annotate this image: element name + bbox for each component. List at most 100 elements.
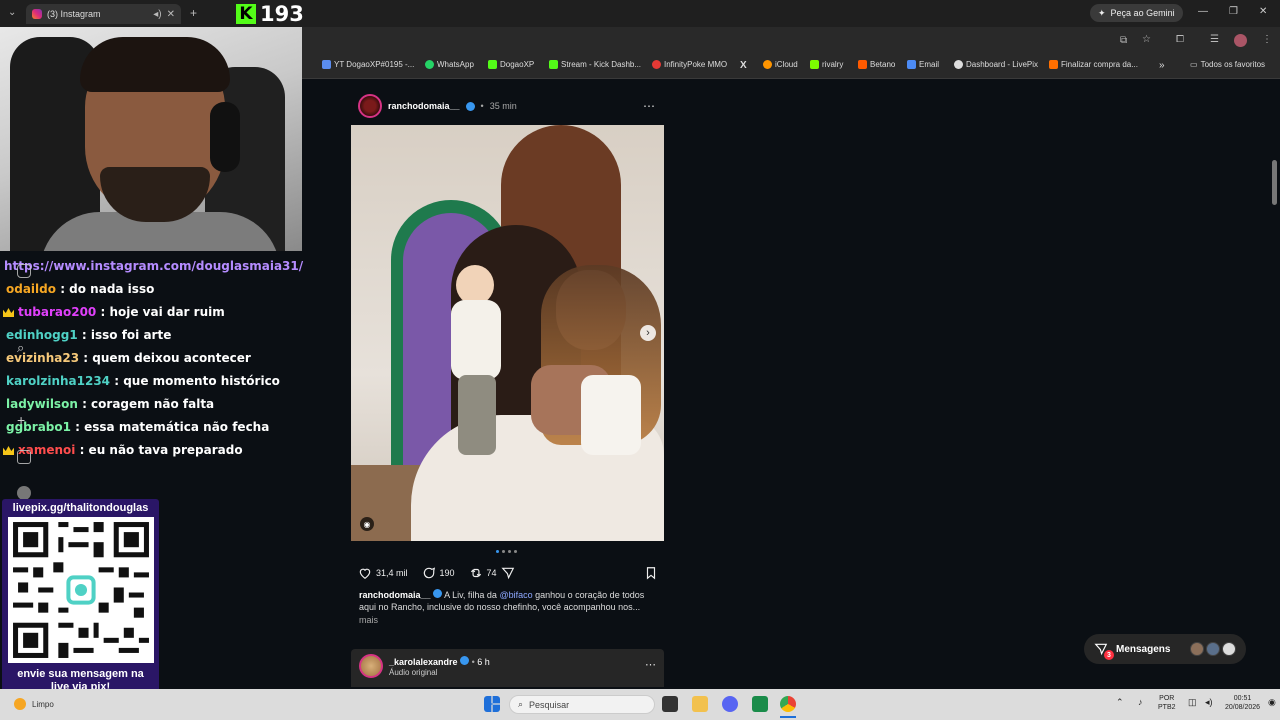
verified-icon <box>433 589 443 598</box>
repost-count[interactable]: 74 <box>487 568 497 578</box>
discord-icon[interactable] <box>722 696 738 712</box>
bookmark-item[interactable]: WhatsApp <box>425 60 474 69</box>
bookmark-item[interactable]: iCloud <box>763 60 798 69</box>
gemini-button[interactable]: ✦ Peça ao Gemini <box>1090 4 1183 22</box>
microphone-icon[interactable]: ♪ <box>1138 698 1143 707</box>
dot-separator: • <box>480 101 484 111</box>
store-icon <box>1049 60 1058 69</box>
file-explorer-icon[interactable] <box>692 696 708 712</box>
carousel-next-button[interactable]: › <box>640 325 656 341</box>
caption-username[interactable]: ranchodomaia__ <box>359 590 431 600</box>
verified-icon <box>465 101 475 111</box>
taskbar-search[interactable]: ⌕ Pesquisar <box>509 695 655 714</box>
chrome-icon[interactable] <box>780 696 796 712</box>
clock[interactable]: 00:51 20/08/2026 <box>1225 694 1260 712</box>
create-icon[interactable]: + <box>17 412 25 428</box>
dashboard-icon[interactable] <box>17 450 31 464</box>
white-top <box>581 375 641 455</box>
volume-icon[interactable]: ◂) <box>1205 698 1213 707</box>
maximize-button[interactable]: ❐ <box>1229 6 1238 17</box>
bookmark-item[interactable]: Stream - Kick Dashb... <box>549 60 641 69</box>
minimize-button[interactable]: — <box>1198 6 1208 17</box>
next-post-avatar[interactable] <box>359 654 383 678</box>
profile-icon[interactable] <box>17 486 31 500</box>
page-scrollbar[interactable] <box>1272 160 1277 205</box>
audio-icon[interactable]: ◂) <box>153 9 161 20</box>
bookmark-item[interactable]: Email <box>907 60 939 69</box>
next-post-audio[interactable]: Áudio original <box>389 668 437 677</box>
headset <box>210 102 240 172</box>
cast-icon[interactable]: ⧉ <box>1120 35 1127 46</box>
all-favorites[interactable]: ▭ Todos os favoritos <box>1190 60 1265 69</box>
heart-icon[interactable] <box>358 566 372 580</box>
app-icon[interactable] <box>752 696 768 712</box>
gemini-label: Peça ao Gemini <box>1110 8 1175 18</box>
messages-button[interactable]: 3 Mensagens <box>1084 634 1246 664</box>
close-window-button[interactable]: ✕ <box>1259 6 1267 17</box>
like-count[interactable]: 31,4 mil <box>376 568 408 578</box>
reading-list-icon[interactable]: ☰ <box>1210 34 1219 45</box>
bookmark-label: iCloud <box>775 60 798 69</box>
notifications-icon[interactable]: ◉ <box>1268 698 1276 707</box>
profile-avatar[interactable] <box>1234 34 1247 47</box>
bookmark-label: Email <box>919 60 940 69</box>
qr-code[interactable] <box>8 517 154 663</box>
next-post-username[interactable]: _karolalexandre <box>389 657 458 667</box>
caption-mention[interactable]: @bifaco <box>499 590 532 600</box>
comment-icon[interactable] <box>422 566 436 580</box>
post-time: 35 min <box>489 101 517 111</box>
close-tab-icon[interactable]: ✕ <box>167 9 175 20</box>
repost-icon[interactable] <box>469 566 483 580</box>
star-icon[interactable]: ☆ <box>1142 34 1151 45</box>
language-indicator[interactable]: POR PTB2 <box>1158 694 1176 712</box>
weather-widget[interactable]: Limpo <box>14 698 54 710</box>
new-tab-button[interactable]: + <box>190 6 197 20</box>
chat-link[interactable]: https://www.instagram.com/douglasmaia31/ <box>4 259 303 273</box>
share-icon[interactable] <box>501 566 515 580</box>
globe-icon <box>954 60 963 69</box>
bookmark-icon[interactable] <box>644 566 658 580</box>
bookmark-item[interactable]: Dashboard - LivePix <box>954 60 1038 69</box>
tab-search-icon[interactable]: ⌄ <box>8 7 16 18</box>
post-image[interactable] <box>351 125 664 541</box>
extensions-icon[interactable]: ⧠ <box>1176 34 1184 45</box>
search-icon[interactable]: ⌕ <box>17 340 24 356</box>
bookmark-item[interactable]: InfinityPoke MMO <box>652 60 727 69</box>
bookmark-label: WhatsApp <box>437 60 474 69</box>
bookmarks-overflow-button[interactable]: » <box>1159 60 1165 71</box>
clock-time: 00:51 <box>1233 695 1252 702</box>
task-view-icon[interactable] <box>662 696 678 712</box>
x-icon: X <box>740 60 747 71</box>
next-post-options-icon[interactable]: ⋯ <box>645 658 656 671</box>
network-icon[interactable]: ◫ <box>1188 698 1197 707</box>
weather-label: Limpo <box>32 699 54 709</box>
baby-head <box>456 265 494 305</box>
post-username[interactable]: ranchodomaia__ <box>388 101 460 111</box>
bookmark-item[interactable]: X <box>740 60 747 71</box>
post-actions: 31,4 mil 190 74 <box>358 564 658 582</box>
comment-count[interactable]: 190 <box>440 568 455 578</box>
bookmark-item[interactable]: YT DogaoXP#0195 -... <box>322 60 414 69</box>
kick-logo-icon: K <box>236 4 256 24</box>
messages-label: Mensagens <box>1116 643 1171 655</box>
tagged-user-icon[interactable]: ◉ <box>360 517 374 531</box>
bookmark-item[interactable]: Betano <box>858 60 895 69</box>
kick-viewer-counter: K 193 <box>236 2 304 26</box>
post-avatar[interactable] <box>358 94 382 118</box>
tab-instagram[interactable]: (3) Instagram ◂) ✕ <box>26 4 181 24</box>
tray-overflow-icon[interactable]: ⌃ <box>1116 698 1124 707</box>
chat-message: tubarao200 : hoje vai dar ruim <box>3 305 225 319</box>
carousel-dot <box>508 550 511 553</box>
keyboard-layout: PTB2 <box>1158 704 1176 711</box>
message-avatar <box>1222 642 1236 656</box>
bookmark-item[interactable]: Finalizar compra da... <box>1049 60 1138 69</box>
caption-more-link[interactable]: mais <box>359 614 659 626</box>
chat-text: : quem deixou acontecer <box>83 351 251 365</box>
bookmark-item[interactable]: DogaoXP <box>488 60 534 69</box>
menu-icon[interactable]: ⋮ <box>1262 34 1272 45</box>
bookmark-label: Finalizar compra da... <box>1061 60 1138 69</box>
post-options-icon[interactable]: ⋯ <box>643 99 655 113</box>
bookmark-item[interactable]: rivalry <box>810 60 843 69</box>
bookmark-label: DogaoXP <box>500 60 535 69</box>
instagram-icon[interactable] <box>17 264 31 278</box>
